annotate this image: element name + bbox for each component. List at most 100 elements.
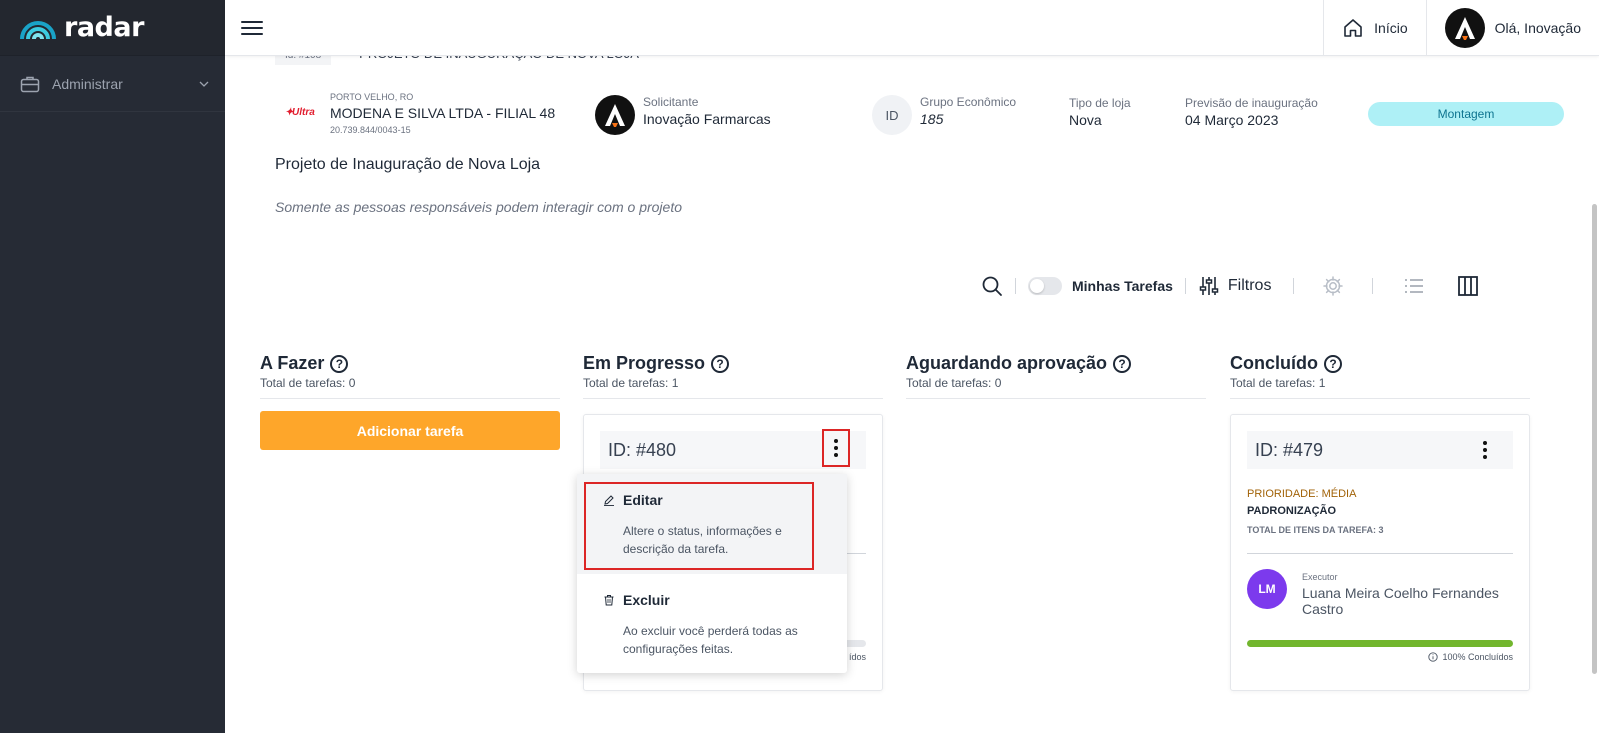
task-priority: PRIORIDADE: MÉDIA [1247, 488, 1357, 500]
help-icon[interactable]: ? [711, 354, 730, 373]
user-avatar [1444, 7, 1485, 48]
project-note: Somente as pessoas responsáveis podem in… [275, 199, 682, 215]
svg-text:Ultra: Ultra [292, 107, 315, 118]
menu-item-excluir[interactable]: Excluir Ao excluir você perderá todas as… [577, 574, 847, 674]
column-a-fazer: A Fazer ? Total de tarefas: 0 Adicionar … [260, 353, 560, 450]
store-city: PORTO VELHO, RO [330, 92, 414, 102]
menu-item-label: Excluir [623, 592, 670, 608]
user-menu[interactable]: Olá, Inovação [1425, 0, 1599, 56]
menu-item-label: Editar [623, 492, 663, 508]
user-greeting: Olá, Inovação [1494, 19, 1581, 36]
solicitante-value: Inovação Farmarcas [643, 111, 771, 127]
task-category: PADRONIZAÇÃO [1247, 505, 1337, 517]
info-icon [1428, 652, 1439, 662]
tipo-value: Nova [1069, 112, 1102, 128]
toolbar-divider [1015, 278, 1016, 294]
column-aguardando-aprovacao: Aguardando aprovação ? Total de tarefas:… [906, 353, 1206, 399]
home-label: Início [1374, 19, 1408, 36]
column-count: Total de tarefas: 0 [260, 376, 560, 399]
column-title-text: Em Progresso [583, 353, 706, 373]
page-scrollbar[interactable] [1592, 204, 1597, 674]
card-divider [1247, 553, 1513, 554]
tipo-loja-field: Tipo de loja Nova [1069, 96, 1131, 128]
column-count: Total de tarefas: 1 [1230, 376, 1530, 399]
column-title-text: Concluído [1230, 353, 1318, 373]
column-title: Aguardando aprovação ? [906, 353, 1206, 374]
add-task-button[interactable]: Adicionar tarefa [260, 411, 560, 450]
task-progress-text: 100% Concluídos [1442, 652, 1513, 662]
board-toolbar: Minhas Tarefas Filtros [981, 270, 1479, 302]
task-card-479[interactable]: ID: #479 PRIORIDADE: MÉDIA PADRONIZAÇÃO … [1230, 414, 1530, 691]
task-options-button[interactable] [822, 429, 850, 467]
app-logo[interactable]: radar [0, 0, 225, 56]
grupo-label: Grupo Econômico [920, 95, 1017, 109]
board-view-icon[interactable] [1457, 275, 1479, 297]
topbar: Início Olá, Inovação [225, 0, 1599, 56]
task-total-items: TOTAL DE ITENS DA TAREFA: 3 [1247, 525, 1384, 535]
briefcase-icon [20, 76, 40, 92]
filters-button[interactable]: Filtros [1198, 275, 1272, 297]
brand-a-icon [605, 104, 625, 127]
radar-logo-icon [20, 20, 56, 39]
column-concluido: Concluído ? Total de tarefas: 1 [1230, 353, 1530, 399]
home-button[interactable]: Início [1323, 0, 1425, 56]
task-id: ID: #479 [1255, 439, 1324, 460]
task-options-button[interactable] [1471, 431, 1499, 469]
menu-toggle-button[interactable] [241, 17, 263, 39]
store-cnpj: 20.739.844/0043-15 [330, 125, 411, 135]
task-progress-label: ídos [848, 652, 866, 662]
menu-item-description: Altere o status, informações e descrição… [623, 524, 782, 556]
column-title: Em Progresso ? [583, 353, 883, 374]
task-progress-label: 100% Concluídos [1428, 652, 1513, 662]
search-icon[interactable] [981, 275, 1003, 297]
sidebar: radar Administrar [0, 0, 225, 733]
column-title-text: Aguardando aprovação [906, 353, 1108, 373]
task-progress-fill [1247, 640, 1513, 647]
toolbar-divider [1293, 278, 1295, 294]
pencil-icon [604, 495, 614, 506]
column-count: Total de tarefas: 0 [906, 376, 1206, 399]
toolbar-divider [1372, 278, 1374, 294]
menu-item-editar[interactable]: Editar Altere o status, informações e de… [577, 474, 847, 574]
grupo-id-circle: ID [872, 95, 912, 135]
previsao-label: Previsão de inauguração [1185, 96, 1318, 110]
column-title-text: A Fazer [260, 353, 325, 373]
solicitante-field: Solicitante Inovação Farmarcas [643, 95, 771, 127]
project-info-row: ✦ Ultra PORTO VELHO, RO MODENA E SILVA L… [275, 90, 1564, 140]
app-name: radar [64, 12, 144, 43]
executor-avatar: LM [1247, 569, 1287, 609]
project-title: Projeto de Inauguração de Nova Loja [275, 156, 541, 173]
chevron-down-icon [199, 81, 209, 87]
brand-a-icon [1454, 16, 1475, 40]
home-icon [1344, 18, 1362, 37]
trash-icon [604, 595, 614, 606]
sidebar-item-administrar[interactable]: Administrar [0, 56, 225, 112]
solicitante-label: Solicitante [643, 95, 699, 109]
help-icon[interactable]: ? [1113, 354, 1132, 373]
help-icon[interactable]: ? [1324, 354, 1342, 373]
column-em-progresso: Em Progresso ? Total de tarefas: 1 [583, 353, 883, 399]
help-icon[interactable]: ? [330, 354, 349, 373]
status-badge: Montagem [1368, 102, 1564, 126]
gear-icon[interactable] [1322, 275, 1344, 297]
menu-item-description: Ao excluir você perderá todas as configu… [623, 624, 798, 656]
list-view-icon[interactable] [1403, 275, 1425, 297]
grupo-value: 185 [920, 111, 944, 127]
my-tasks-toggle[interactable] [1028, 277, 1062, 295]
store-brand-logo: ✦ Ultra [285, 107, 315, 118]
tipo-label: Tipo de loja [1069, 96, 1131, 110]
previsao-field: Previsão de inauguração 04 Março 2023 [1185, 96, 1318, 128]
task-options-menu: Editar Altere o status, informações e de… [577, 474, 847, 673]
executor-name: Luana Meira Coelho Fernandes Castro [1302, 585, 1499, 617]
task-id: ID: #480 [608, 439, 677, 460]
filters-label: Filtros [1227, 277, 1272, 294]
sliders-icon [1199, 277, 1219, 295]
toolbar-divider [1184, 278, 1186, 294]
my-tasks-label: Minhas Tarefas [1072, 278, 1173, 294]
executor-label: Executor [1302, 572, 1338, 582]
store-name: MODENA E SILVA LTDA - FILIAL 48 [330, 105, 556, 121]
column-count: Total de tarefas: 1 [583, 376, 883, 399]
previsao-value: 04 Março 2023 [1185, 112, 1279, 128]
solicitante-avatar [595, 95, 635, 135]
grupo-field: Grupo Econômico 185 [920, 95, 1016, 127]
